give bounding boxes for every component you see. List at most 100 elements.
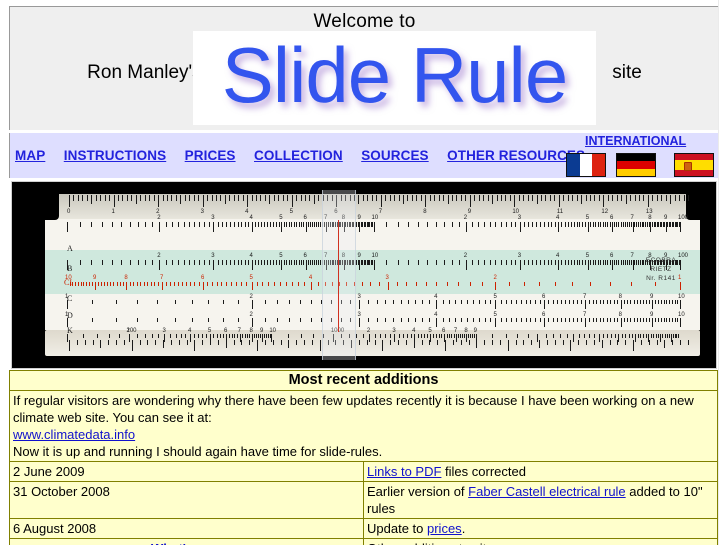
rule-tick	[612, 195, 614, 201]
rule-tick	[624, 260, 626, 265]
rule-tick	[484, 260, 486, 265]
rule-tick	[202, 282, 204, 290]
rule-tick	[244, 334, 246, 338]
rule-scale-number: 6	[542, 294, 546, 300]
rule-tick	[417, 334, 419, 338]
rule-tick	[408, 300, 409, 304]
rule-tick	[620, 260, 622, 265]
rule-tick	[539, 340, 541, 348]
nav-link-prices[interactable]: PRICES	[185, 148, 236, 163]
spanish-flag-icon[interactable]	[674, 153, 714, 177]
rule-tick	[600, 222, 602, 227]
nav-link-instructions[interactable]: INSTRUCTIONS	[64, 148, 166, 163]
whats-new-description: Other additions to site	[363, 538, 718, 545]
rule-tick	[499, 340, 501, 345]
rule-tick	[495, 222, 497, 227]
rule-tick	[627, 318, 629, 322]
rule-tick	[119, 334, 121, 338]
rule-tick	[433, 334, 435, 338]
rule-tick	[611, 334, 613, 338]
rule-tick	[291, 260, 293, 265]
rule-tick	[524, 222, 526, 227]
table-row: 6 August 2008 Update to prices.	[9, 518, 718, 539]
rule-tick	[598, 334, 600, 342]
rule-tick	[301, 334, 303, 338]
rule-tick	[400, 300, 402, 304]
rule-tick	[561, 300, 563, 304]
nav-link-map[interactable]: MAP	[15, 148, 45, 163]
rule-tick	[630, 195, 632, 201]
rule-tick	[523, 340, 525, 345]
prices-link[interactable]: prices	[427, 521, 462, 536]
rule-tick	[587, 260, 589, 270]
rule-tick	[204, 222, 206, 227]
rule-tick	[298, 260, 300, 265]
international-link[interactable]: INTERNATIONAL	[585, 134, 686, 148]
german-flag-icon[interactable]	[616, 153, 656, 177]
rule-tick	[217, 260, 219, 265]
whats-new-link[interactable]: What's new	[151, 541, 222, 545]
rule-tick	[273, 282, 275, 286]
brand-line-1: ECOBRA	[645, 257, 677, 264]
nav-link-collection[interactable]: COLLECTION	[254, 148, 343, 163]
brand-line-2: RIETZ	[650, 266, 672, 273]
rule-scale-number: 3	[385, 275, 389, 281]
rule-tick	[648, 300, 650, 304]
rule-tick	[281, 260, 283, 270]
rule-tick	[135, 195, 137, 204]
rule-tick	[241, 260, 243, 265]
rule-lower-stock	[45, 294, 700, 330]
rule-tick	[623, 318, 625, 322]
rule-tick	[165, 222, 167, 227]
rule-tick	[107, 282, 109, 286]
rule-scale-number: 2	[249, 294, 253, 300]
rule-tick	[671, 318, 673, 322]
french-flag-icon[interactable]	[566, 153, 606, 177]
rule-tick	[246, 282, 248, 286]
rule-tick	[616, 260, 618, 265]
rule-tick	[623, 300, 625, 304]
rule-tick	[647, 195, 649, 207]
rule-tick	[515, 300, 517, 304]
rule-tick	[314, 222, 316, 227]
rule-tick	[411, 195, 413, 201]
rule-tick	[640, 334, 642, 338]
faber-castell-link[interactable]: Faber Castell electrical rule	[468, 484, 626, 499]
rule-tick	[573, 260, 575, 265]
rule-tick	[541, 195, 543, 201]
rule-tick	[398, 334, 400, 338]
links-to-pdf-link[interactable]: Links to PDF	[367, 464, 441, 479]
rule-tick	[283, 222, 285, 227]
rule-tick	[169, 282, 171, 286]
rule-tick	[384, 300, 386, 304]
rule-tick	[244, 222, 246, 227]
rule-tick	[460, 340, 462, 345]
rule-tick	[259, 334, 261, 338]
rule-tick	[665, 195, 667, 201]
rule-tick	[537, 334, 539, 342]
rule-tick	[656, 195, 658, 201]
rule-tick	[618, 260, 620, 265]
climatedata-link[interactable]: www.climatedata.info	[13, 427, 135, 442]
rule-tick	[517, 334, 519, 338]
rule-tick	[229, 222, 231, 227]
rule-tick	[158, 195, 160, 207]
rule-tick	[551, 222, 553, 227]
rule-scale-number: 10	[678, 312, 685, 318]
rule-tick	[217, 222, 219, 227]
rule-tick	[256, 282, 258, 286]
rule-tick	[204, 260, 206, 265]
rule-tick	[180, 195, 182, 204]
rule-tick	[165, 282, 167, 286]
nav-link-sources[interactable]: SOURCES	[361, 148, 428, 163]
rule-scale-number: 7	[237, 328, 242, 334]
rule-scale-number: 7	[453, 328, 458, 334]
rule-tick	[123, 340, 125, 345]
rule-tick	[436, 300, 438, 309]
rule-tick	[382, 340, 384, 351]
rule-tick	[371, 195, 373, 201]
rule-tick	[368, 334, 370, 342]
rule-tick	[269, 195, 271, 204]
rule-scale-number: 4	[412, 328, 416, 334]
rule-tick	[108, 334, 110, 338]
